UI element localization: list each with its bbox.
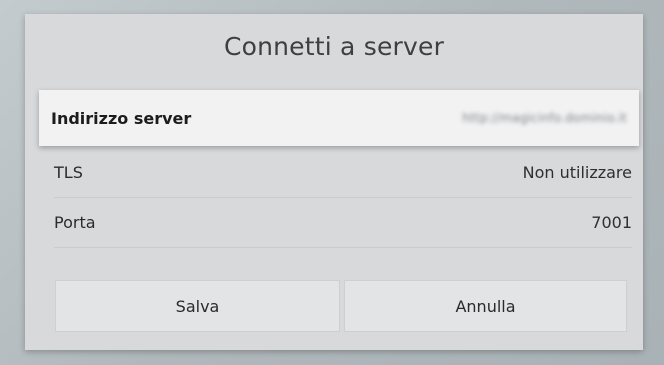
server-address-label: Indirizzo server: [51, 108, 192, 128]
dialog-title: Connetti a server: [223, 32, 445, 61]
cancel-button[interactable]: Annulla: [344, 280, 627, 332]
tls-label: TLS: [54, 163, 83, 182]
port-value: 7001: [591, 213, 632, 232]
tls-value: Non utilizzare: [522, 163, 632, 182]
connect-to-server-dialog: Connetti a server Indirizzo server http:…: [25, 14, 643, 350]
tls-row[interactable]: TLS Non utilizzare: [54, 148, 632, 198]
port-row[interactable]: Porta 7001: [54, 198, 632, 248]
port-label: Porta: [54, 213, 96, 232]
save-button[interactable]: Salva: [55, 280, 340, 332]
server-address-value: http://magicinfo.dominio.it: [462, 111, 627, 125]
server-address-row[interactable]: Indirizzo server http://magicinfo.domini…: [39, 90, 639, 146]
